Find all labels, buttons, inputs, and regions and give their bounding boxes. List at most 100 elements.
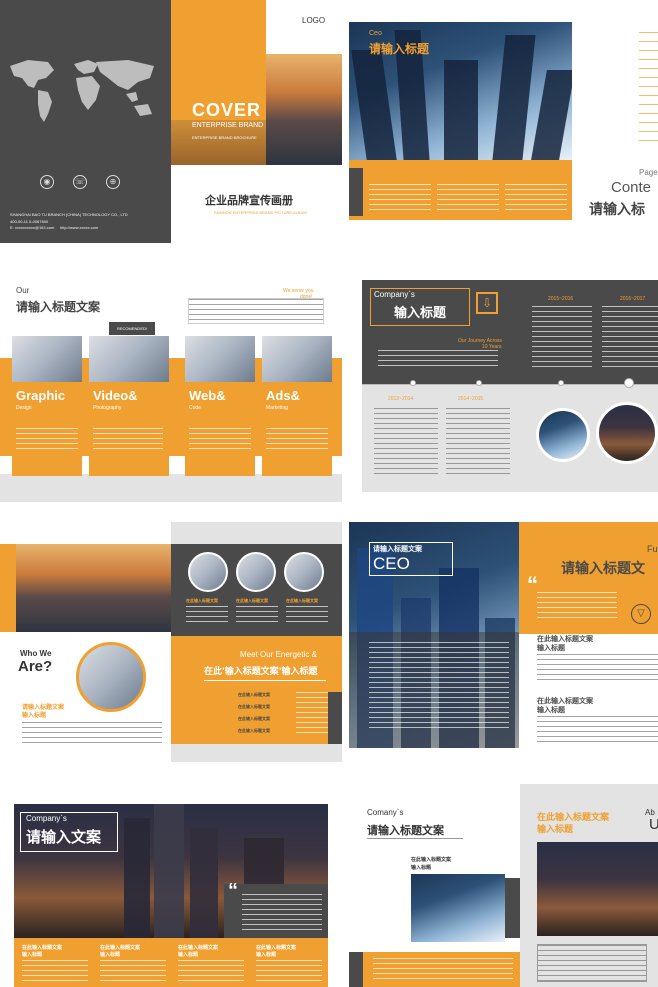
ceo-big-label: CEO	[373, 554, 410, 573]
ceo-body-text-3	[505, 184, 567, 212]
city-label-1b: 输入标题	[22, 952, 43, 958]
year-top-2: 2016~2017	[620, 296, 646, 302]
timeline-dot	[558, 380, 564, 386]
card-body-text	[189, 428, 251, 450]
city-spread: Company`s 请输入文案 “ 在此输入标题文案 输入标题 在此输入标题文案…	[14, 804, 328, 987]
services-title: 请输入标题文案	[16, 300, 101, 314]
timeline-spread: Company`s 输入标题 ⇩ Our Journey Across 10 Y…	[362, 280, 658, 492]
services-our: Our	[16, 286, 30, 295]
about-sub-title-2: 输入标题	[22, 712, 47, 719]
ceo-message-spread: 请输入标题文案 CEO Fu 请输入标题文 “ ▽ 在此输入标题文案 输入标题 …	[349, 522, 658, 748]
team-label-3: 在此输入标题文案	[286, 598, 318, 603]
team-text-1	[186, 606, 228, 626]
card-body-text	[93, 428, 163, 450]
final-right-text	[537, 944, 647, 982]
card-sub: Code	[189, 405, 201, 411]
location-icon: ◉	[40, 175, 54, 189]
final-building-photo	[411, 874, 505, 942]
fu-label: Fu	[647, 544, 658, 554]
card-title: Web&	[189, 388, 226, 403]
en-title: FASHION ENTERPRISE BRAND PICTURE ALBUM	[214, 210, 307, 215]
timeline-top-text-1	[532, 306, 592, 368]
cover-spread: ◉ ☏ ⊕ SHANGHAI BAO TU BRANCH (CHINA) TEC…	[0, 0, 342, 243]
team-circle-photo	[76, 642, 146, 712]
final-title-underline	[367, 838, 463, 839]
timeline-top-text-2	[602, 306, 658, 368]
contact-line-2: E: xxxxxxxxxx@163.com	[10, 225, 55, 230]
team-label-2: 在此输入标题文案	[236, 598, 268, 603]
final-company: Comany`s	[367, 808, 404, 817]
ceo-tag: 请输入标题文案	[373, 545, 422, 553]
city-label-4b: 输入标题	[256, 952, 277, 958]
card-title: Video&	[93, 388, 138, 403]
cover-small-text: ENTERPRISE BRAND BROCHURE	[192, 135, 257, 140]
city-quote-text	[242, 894, 322, 932]
card-body-text	[266, 428, 328, 450]
ceo-item-2-text	[537, 716, 658, 742]
timeline-line	[362, 384, 658, 385]
service-card-graphic: Graphic Design	[12, 336, 82, 476]
meet-list-2: 在此输入标题文案	[238, 704, 270, 709]
year-top-1: 2015~2016	[548, 296, 574, 302]
who-label: Who We	[20, 649, 52, 658]
card-sub: Design	[16, 405, 32, 411]
final-orange-title-2: 输入标题	[537, 825, 574, 835]
final-title: 请输入标题文案	[367, 824, 444, 837]
round-photo-2	[596, 402, 658, 464]
logo: LOGO	[302, 16, 326, 25]
ceo-item-1b: 输入标题	[537, 644, 565, 652]
year-bottom-1: 2013~2014	[388, 396, 414, 402]
final-spread: Comany`s 请输入标题文案 在此输入标题文案 输入标题 Ab U 在此输入…	[349, 784, 658, 987]
timeline-bottom-text-1	[374, 408, 438, 474]
timeline-dot	[410, 380, 416, 386]
meet-list-1: 在此输入标题文案	[238, 692, 270, 697]
ceo-item-2b: 输入标题	[537, 706, 565, 714]
final-bottom-text	[373, 958, 513, 982]
ceo-overlay-text	[369, 642, 509, 732]
team-member-3	[284, 552, 324, 592]
filter-icon: ▽	[631, 604, 651, 624]
city-label-2b: 输入标题	[100, 952, 121, 958]
contents-label: Conte	[611, 179, 652, 196]
meet-list-3: 在此输入标题文案	[238, 716, 270, 721]
team-text-2	[236, 606, 278, 626]
ceo-dark-strip	[349, 168, 363, 216]
card-title: Ads&	[266, 388, 300, 403]
services-bottom-band	[0, 474, 342, 502]
cover-subtitle: ENTERPRISE BRAND	[192, 122, 264, 129]
ceo-item-1-text	[537, 654, 658, 684]
world-map	[10, 60, 154, 122]
timeline-bottom-text-2	[446, 408, 510, 474]
services-spread: Our 请输入标题文案 We serve you done! RECOMENDE…	[0, 276, 342, 502]
cover-city-photo	[266, 54, 342, 165]
card-title: Graphic	[16, 388, 66, 403]
city-label-2: 在此输入标题文案	[100, 945, 141, 951]
ceo-message-title: 请输入标题文	[561, 561, 645, 577]
ceo-quote-text	[537, 592, 617, 622]
service-card-web: Web& Code	[185, 336, 255, 476]
timeline-dot	[624, 378, 634, 388]
final-letter: U	[649, 816, 658, 833]
about-body-text	[22, 722, 162, 744]
card-sub: Photography	[93, 405, 122, 411]
about-spread: Who We Are? 请输入标题文案 输入标题 在此输入标题文案 在此输入标题…	[0, 522, 342, 762]
team-member-2	[236, 552, 276, 592]
city-label-3: 在此输入标题文案	[178, 945, 219, 951]
meet-dark-strip	[328, 692, 342, 744]
globe-icon: ⊕	[106, 175, 120, 189]
final-dark-strip	[349, 952, 363, 987]
phone-icon: ☏	[73, 175, 87, 189]
about-orange-band	[0, 544, 16, 632]
ceo-title: 请输入标题	[369, 42, 430, 56]
timeline-dot	[476, 380, 482, 386]
card-photo	[89, 336, 169, 382]
service-card-ads: Ads& Marketing	[262, 336, 332, 476]
meet-list-4: 在此输入标题文案	[238, 728, 270, 733]
card-body-text	[16, 428, 78, 450]
final-caption: 在此输入标题文案	[411, 857, 452, 863]
cn-title: 企业品牌宣传画册	[205, 194, 293, 207]
city-title: 请输入文案	[26, 828, 102, 846]
city-text-3	[178, 960, 244, 984]
final-caption-2: 输入标题	[411, 865, 432, 871]
meet-divider	[204, 680, 326, 681]
